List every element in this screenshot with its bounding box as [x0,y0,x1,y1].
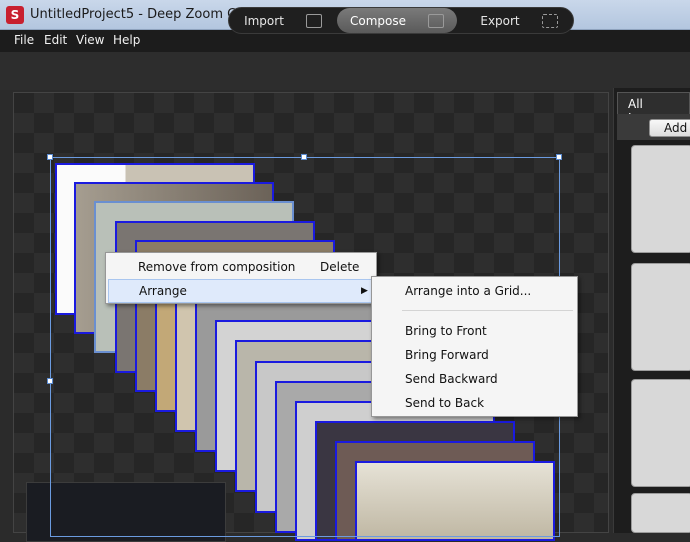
mode-bar [0,52,690,90]
arrange-submenu: Arrange into a Grid... Bring to Front Br… [371,276,578,417]
resize-handle-w[interactable] [47,378,53,384]
menu-help[interactable]: Help [113,33,140,47]
compose-icon [428,13,444,28]
add-button[interactable]: Add [649,119,690,137]
submenu-arrow-icon: ▶ [361,286,368,296]
bring-to-front-item[interactable]: Bring to Front [372,319,577,343]
resize-handle-ne[interactable] [556,154,562,160]
import-icon [305,13,322,28]
send-backward-item[interactable]: Send Backward [372,367,577,391]
menu-file[interactable]: File [14,33,34,47]
compose-label: Compose [349,13,406,28]
image-thumbnail[interactable] [631,493,690,533]
compose-tab[interactable]: Compose [337,8,457,33]
mode-switcher: Import Compose Export [228,7,574,34]
arrange-item[interactable]: Arrange ▶ [108,279,374,303]
export-icon [541,13,558,28]
resize-handle-nw[interactable] [47,154,53,160]
image-thumbnail[interactable] [631,379,690,487]
resize-handle-n[interactable] [301,154,307,160]
remove-label: Remove from composition [138,260,296,274]
arrange-label: Arrange [139,284,187,298]
menu-view[interactable]: View [76,33,104,47]
arrange-grid-item[interactable]: Arrange into a Grid... [372,279,577,303]
menu-separator [402,310,573,311]
remove-from-composition-item[interactable]: Remove from composition Delete [106,255,376,279]
import-label: Import [244,13,284,28]
image-thumbnail[interactable] [631,263,690,371]
import-tab[interactable]: Import [229,8,337,33]
bring-forward-item[interactable]: Bring Forward [372,343,577,367]
app-icon[interactable]: S [6,6,24,24]
image-thumbnail[interactable] [631,145,690,253]
all-images-tab[interactable]: All Images [617,92,690,125]
export-label: Export [480,13,520,28]
export-tab[interactable]: Export [465,8,573,33]
remove-shortcut: Delete [320,260,360,274]
menu-edit[interactable]: Edit [44,33,67,47]
context-menu: Remove from composition Delete Arrange ▶ [105,252,377,304]
send-to-back-item[interactable]: Send to Back [372,391,577,415]
